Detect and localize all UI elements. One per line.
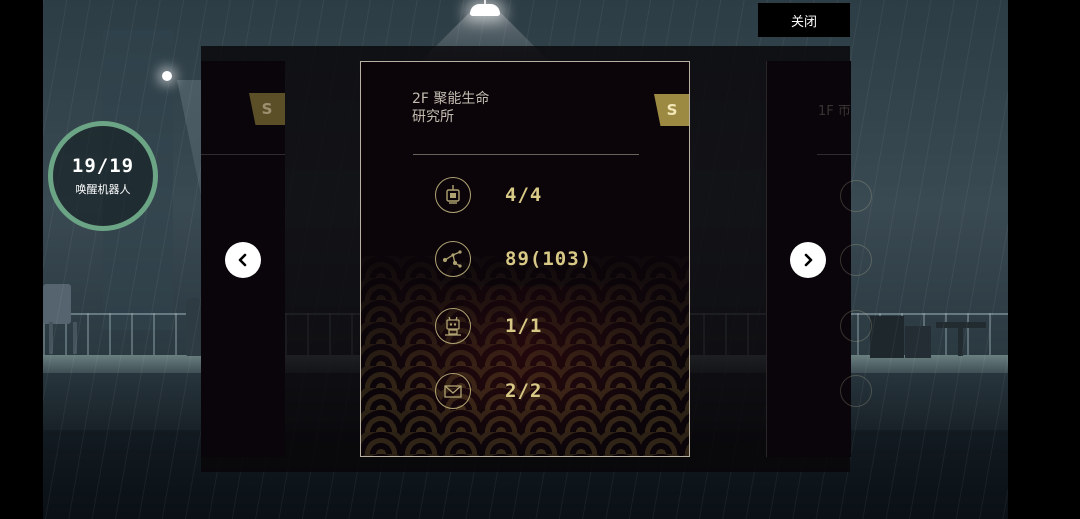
next-level-button[interactable] [790,242,826,278]
stat-row-constellation: 89(103) [435,241,592,277]
robot-icon [435,308,471,344]
rank-badge: S [654,94,689,126]
next-card-stat-icon [840,310,872,342]
constellation-icon [435,241,471,277]
lantern-icon [435,177,471,213]
level-title: 2F 聚能生命 研究所 [412,90,489,126]
stat-row-robots: 1/1 [435,308,542,344]
next-card-stat-icon [840,375,872,407]
chevron-left-icon [238,253,247,267]
robot-counter-value: 19/19 [71,155,135,177]
robot-counter: 19/19 唤醒机器人 [48,121,158,231]
next-card-title: 1F 帀 [818,104,851,119]
stat-value: 1/1 [505,315,543,337]
card-divider [201,154,285,155]
rank-badge: S [249,93,285,125]
card-divider [413,154,639,155]
level-title-line2: 研究所 [412,109,454,125]
stat-value: 4/4 [505,184,543,206]
current-level-card: 2F 聚能生命 研究所 S 4/4 89(103) 1/1 2/2 [360,61,690,457]
card-divider [817,154,851,155]
chevron-right-icon [804,253,813,267]
game-screen: 19/19 唤醒机器人 关闭 S 1F 帀 2F 聚能生命 研究所 S 4/4 … [0,0,1080,519]
stat-row-letters: 2/2 [435,373,542,409]
stat-value: 89(103) [505,248,593,270]
stat-value: 2/2 [505,380,543,402]
stat-row-lanterns: 4/4 [435,177,542,213]
robot-counter-label: 唤醒机器人 [75,183,131,196]
envelope-icon [435,373,471,409]
ceiling-lamp [470,4,500,16]
previous-level-button[interactable] [225,242,261,278]
next-card-stat-icon [840,244,872,276]
level-title-line1: 2F 聚能生命 [412,91,490,107]
next-card-stat-icon [840,180,872,212]
close-button[interactable]: 关闭 [758,3,850,37]
